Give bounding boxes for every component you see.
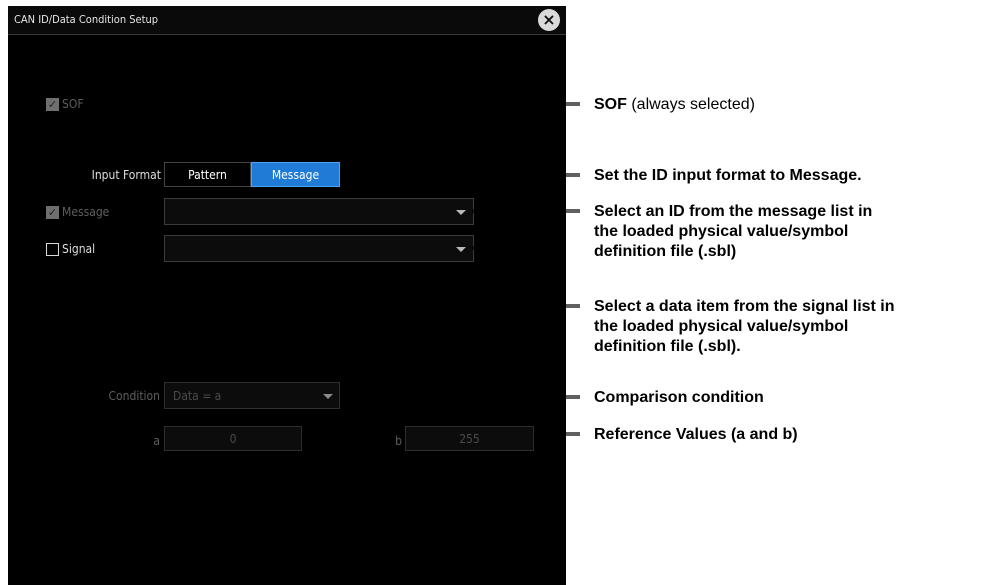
signal-annotation-line: definition file (.sbl).	[594, 338, 741, 355]
message-annotation-line: the loaded physical value/symbol	[594, 223, 849, 240]
condition-dropdown: Data = a	[164, 382, 340, 409]
signal-annotation-line: Select a data item from the signal list …	[594, 298, 895, 315]
chevron-down-icon	[456, 210, 466, 215]
signal-annotation-line: the loaded physical value/symbol	[594, 318, 849, 335]
message-annotation-line: definition file (.sbl)	[594, 243, 737, 260]
dialog-title: CAN ID/Data Condition Setup	[14, 13, 159, 26]
signal-checkbox[interactable]: ✓	[46, 243, 59, 256]
message-label: Message	[62, 205, 110, 219]
a-value-field: 0	[164, 426, 302, 451]
signal-dropdown[interactable]	[164, 235, 474, 262]
signal-annotation: Select a data item from the signal list …	[594, 297, 895, 357]
signal-label: Signal	[62, 242, 96, 256]
sof-annotation: SOF (always selected)	[594, 95, 755, 115]
can-id-data-condition-dialog: CAN ID/Data Condition Setup × ✓ SOF Inpu…	[8, 6, 566, 585]
sof-annotation-rest: (always selected)	[626, 96, 755, 113]
sof-annotation-bold: SOF	[594, 96, 627, 113]
close-icon[interactable]: ×	[538, 9, 560, 31]
a-value: 0	[229, 432, 237, 446]
sof-label: SOF	[62, 97, 84, 111]
message-annotation: Select an ID from the message list in th…	[594, 202, 872, 262]
pattern-button[interactable]: Pattern	[164, 162, 251, 187]
message-dropdown[interactable]	[164, 198, 474, 225]
a-label: a	[153, 434, 160, 448]
condition-annotation: Comparison condition	[594, 389, 764, 406]
b-value-field: 255	[405, 426, 534, 451]
input-format-label: Input Format	[91, 168, 161, 182]
dialog-titlebar: CAN ID/Data Condition Setup ×	[8, 6, 566, 35]
message-annotation-line: Select an ID from the message list in	[594, 203, 873, 220]
chevron-down-icon	[456, 247, 466, 252]
input-format-annotation: Set the ID input format to Message.	[594, 167, 862, 184]
message-checkbox: ✓	[46, 206, 59, 219]
reference-annotation: Reference Values (a and b)	[594, 426, 798, 443]
condition-value: Data = a	[173, 389, 222, 403]
condition-label: Condition	[108, 389, 160, 403]
message-button[interactable]: Message	[251, 162, 340, 187]
b-value: 255	[459, 432, 480, 446]
chevron-down-icon	[323, 394, 333, 399]
b-label: b	[395, 434, 402, 448]
sof-checkbox: ✓	[46, 98, 59, 111]
